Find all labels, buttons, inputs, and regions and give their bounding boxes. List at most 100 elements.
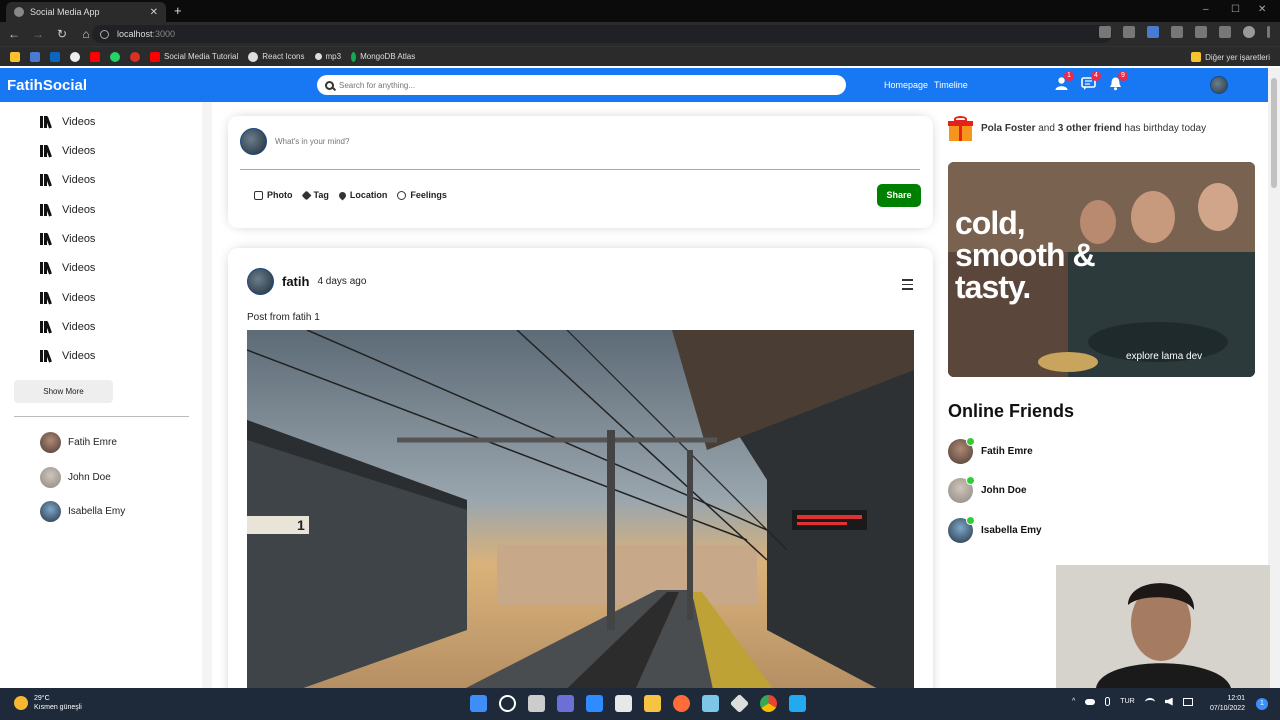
- bookmark-whatsapp[interactable]: [110, 51, 120, 62]
- online-friend-item[interactable]: John Doe: [948, 476, 1027, 503]
- feelings-option[interactable]: Feelings: [397, 190, 447, 200]
- friend-list-item[interactable]: Fatih Emre: [40, 432, 117, 453]
- gift-icon: [948, 116, 973, 141]
- sidebar-item-videos[interactable]: Videos: [40, 350, 95, 363]
- friend-list-item[interactable]: Isabella Emy: [40, 501, 125, 522]
- app-logo[interactable]: FatihSocial: [7, 77, 87, 94]
- start-icon[interactable]: [470, 695, 487, 712]
- reload-icon[interactable]: ↻: [52, 27, 72, 41]
- extension-icon[interactable]: [1171, 26, 1183, 38]
- avatar: [240, 128, 267, 155]
- sidebar-item-videos[interactable]: Videos: [40, 292, 95, 305]
- file-explorer-icon[interactable]: [644, 695, 661, 712]
- sun-icon: [14, 696, 28, 710]
- git-icon[interactable]: [729, 693, 750, 714]
- avatar: [40, 432, 61, 453]
- profile-avatar[interactable]: [1210, 76, 1228, 94]
- sidebar-item-videos[interactable]: Videos: [40, 233, 95, 246]
- new-tab-button[interactable]: +: [174, 3, 182, 18]
- bookmark-1[interactable]: [30, 51, 40, 62]
- bookmark-mp3[interactable]: mp3: [314, 52, 341, 61]
- site-info-icon[interactable]: [100, 29, 109, 39]
- translate-icon[interactable]: [1147, 26, 1159, 38]
- homepage-link[interactable]: Homepage: [884, 80, 928, 90]
- maximize-icon[interactable]: ☐: [1231, 4, 1240, 15]
- volume-icon[interactable]: [1164, 697, 1173, 706]
- sidebar-item-videos[interactable]: Videos: [40, 174, 95, 187]
- tag-option-label: Tag: [313, 190, 329, 200]
- puzzle-icon[interactable]: [1195, 26, 1207, 38]
- other-bookmarks[interactable]: Diğer yer işaretleri: [1191, 52, 1270, 62]
- sidebar-item-videos[interactable]: Videos: [40, 204, 95, 217]
- bookmark-youtube[interactable]: [90, 51, 100, 62]
- minimize-icon[interactable]: –: [1203, 4, 1209, 15]
- library-icon: [40, 262, 55, 275]
- zoom-icon[interactable]: [586, 695, 603, 712]
- avatar[interactable]: [247, 268, 274, 295]
- postman-icon[interactable]: [673, 695, 690, 712]
- friend-list-item[interactable]: John Doe: [40, 467, 111, 488]
- close-tab-icon[interactable]: ✕: [150, 7, 158, 18]
- friend-requests-icon[interactable]: 1: [1054, 71, 1074, 91]
- wifi-icon[interactable]: [1144, 697, 1155, 706]
- search-bar[interactable]: [317, 75, 846, 95]
- location-option[interactable]: Location: [337, 190, 387, 200]
- tab-title: Social Media App: [30, 7, 100, 17]
- bookmark-star-icon[interactable]: [1123, 26, 1135, 38]
- battery-icon[interactable]: [1182, 697, 1193, 706]
- sidebar-item-videos[interactable]: Videos: [40, 116, 95, 129]
- tag-option[interactable]: Tag: [301, 190, 329, 200]
- notepad-icon[interactable]: [702, 695, 719, 712]
- address-bar[interactable]: localhost:3000: [92, 25, 1112, 43]
- search-input[interactable]: [339, 80, 819, 90]
- timeline-link[interactable]: Timeline: [934, 80, 968, 90]
- show-more-button[interactable]: Show More: [14, 380, 113, 403]
- chat-app-icon[interactable]: [557, 695, 574, 712]
- post-text: Post from fatih 1: [247, 312, 320, 323]
- ad-banner[interactable]: cold, smooth & tasty. explore lama dev: [948, 162, 1255, 377]
- chevron-up-icon[interactable]: ^: [1072, 698, 1075, 705]
- close-window-icon[interactable]: ✕: [1258, 4, 1266, 15]
- sidebar-item-videos[interactable]: Videos: [40, 262, 95, 275]
- post-username[interactable]: fatih: [282, 274, 309, 289]
- share-page-icon[interactable]: [1099, 26, 1111, 38]
- weather-widget[interactable]: 29°C Kısmen güneşli: [14, 694, 82, 712]
- sidebar-item-videos[interactable]: Videos: [40, 145, 95, 158]
- bookmark-linkedin[interactable]: [50, 51, 60, 62]
- microphone-icon[interactable]: [1105, 697, 1111, 706]
- sidebar-item-videos[interactable]: Videos: [40, 321, 95, 334]
- back-icon[interactable]: ←: [4, 27, 24, 41]
- sidebar-scrollbar[interactable]: [202, 102, 212, 688]
- post-menu-icon[interactable]: [902, 279, 913, 293]
- share-input[interactable]: [275, 137, 875, 146]
- page-scrollbar-thumb[interactable]: [1271, 78, 1277, 188]
- snipping-icon[interactable]: [615, 695, 632, 712]
- chat-icon[interactable]: 4: [1081, 71, 1101, 91]
- search-icon[interactable]: [499, 695, 516, 712]
- bookmark-github[interactable]: [70, 51, 80, 62]
- forward-icon[interactable]: →: [28, 27, 48, 41]
- online-friend-item[interactable]: Fatih Emre: [948, 437, 1033, 464]
- onedrive-icon[interactable]: [1085, 698, 1096, 705]
- chrome-icon[interactable]: [760, 695, 777, 712]
- notifications-bell-icon[interactable]: 9: [1108, 71, 1128, 91]
- menu-dots-icon[interactable]: [1267, 26, 1270, 38]
- bookmark-mongodb[interactable]: MongoDB Atlas: [351, 51, 415, 62]
- profile-icon[interactable]: [1243, 26, 1255, 38]
- bookmark-6[interactable]: [130, 51, 140, 62]
- bookmark-0[interactable]: [10, 51, 20, 62]
- bookmark-react-icons[interactable]: React Icons: [248, 51, 305, 62]
- taskbar-clock[interactable]: 12:01 07/10/2022: [1210, 694, 1245, 714]
- side-panel-icon[interactable]: [1219, 26, 1231, 38]
- browser-tab[interactable]: Social Media App ✕: [6, 2, 166, 22]
- online-friend-item[interactable]: Isabella Emy: [948, 516, 1042, 543]
- language-indicator[interactable]: TUR: [1120, 698, 1134, 705]
- share-button[interactable]: Share: [877, 184, 921, 207]
- bookmark-social-media-tutorial[interactable]: Social Media Tutorial: [150, 51, 238, 62]
- notification-center-badge[interactable]: 1: [1256, 698, 1268, 710]
- vscode-icon[interactable]: [789, 695, 806, 712]
- photo-option[interactable]: Photo: [254, 190, 293, 200]
- platform-number-sign: 1: [297, 517, 305, 533]
- task-view-icon[interactable]: [528, 695, 545, 712]
- birthday-text: Pola Foster and 3 other friend has birth…: [981, 123, 1206, 134]
